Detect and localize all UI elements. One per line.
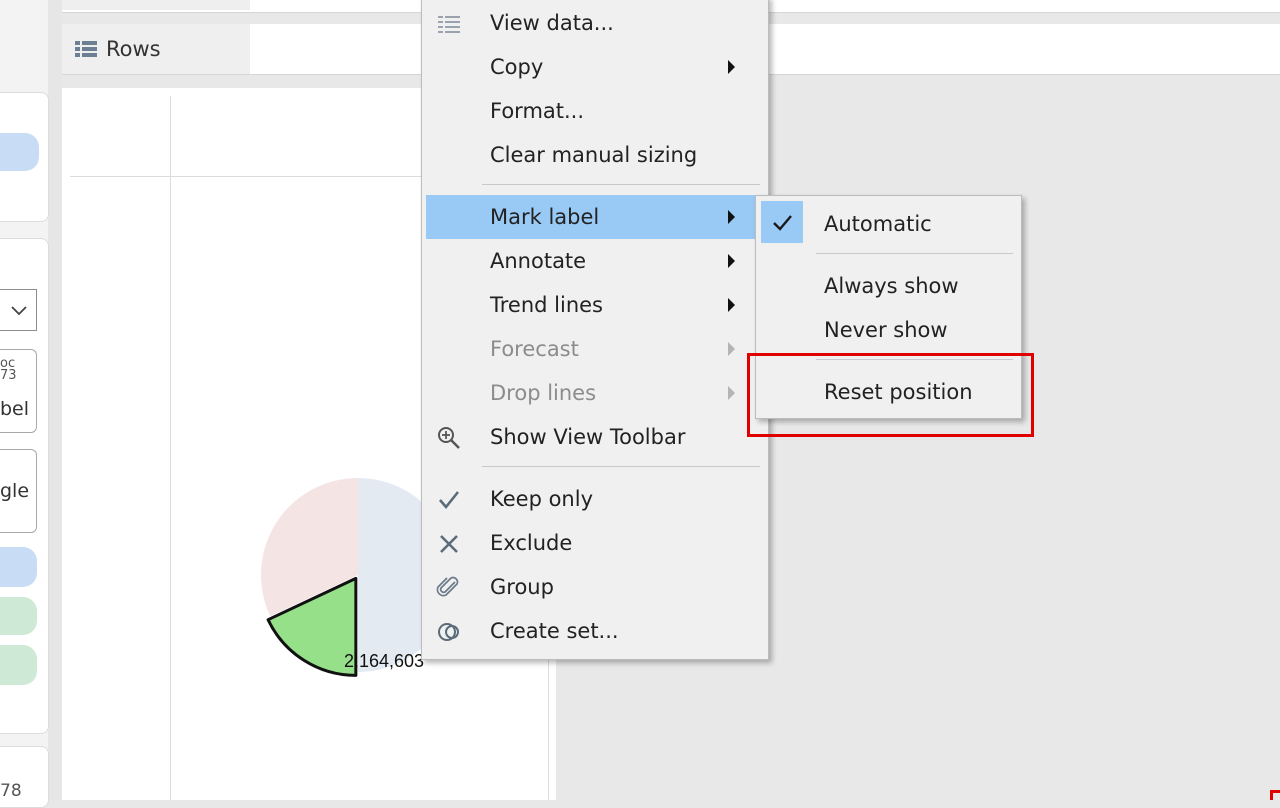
- submenu-arrow-icon: [728, 254, 735, 268]
- submenu-item-label: Always show: [824, 274, 959, 298]
- submenu-arrow-icon: [728, 298, 735, 312]
- menu-item-label: Create set...: [490, 619, 619, 643]
- submenu-separator: [816, 253, 1013, 254]
- submenu-item-always-show[interactable]: Always show: [756, 264, 1021, 308]
- paperclip-icon: [436, 576, 459, 597]
- menu-item-label: Annotate: [490, 249, 587, 273]
- menu-item-keep-only[interactable]: Keep only: [422, 477, 768, 521]
- submenu-item-automatic[interactable]: Automatic: [756, 201, 1021, 246]
- menu-item-label: Copy: [490, 55, 544, 79]
- menu-item-label: Group: [490, 575, 554, 599]
- menu-item-label: Exclude: [490, 531, 573, 555]
- menu-item-format[interactable]: Format...: [422, 89, 768, 133]
- menu-item-label: Format...: [490, 99, 585, 123]
- menu-item-label: Forecast: [490, 337, 579, 361]
- menu-item-drop-lines: Drop lines: [422, 371, 768, 415]
- menu-item-show-view-toolbar[interactable]: Show View Toolbar: [422, 415, 768, 459]
- checked-indicator: [761, 201, 803, 243]
- menu-separator: [482, 184, 760, 185]
- menu-item-clear-manual-sizing[interactable]: Clear manual sizing: [422, 133, 768, 177]
- close-icon: [440, 535, 458, 553]
- annotation-corner-mark: [1270, 790, 1280, 800]
- submenu-item-never-show[interactable]: Never show: [756, 308, 1021, 352]
- annotation-highlight-box: [747, 353, 1034, 437]
- checkmark-icon: [439, 491, 460, 510]
- menu-item-forecast: Forecast: [422, 327, 768, 371]
- menu-item-label: Keep only: [490, 487, 593, 511]
- submenu-arrow-icon: [728, 342, 735, 356]
- menu-item-exclude[interactable]: Exclude: [422, 521, 768, 565]
- menu-item-create-set[interactable]: Create set...: [422, 609, 768, 653]
- context-menu: View data... Copy Format... Clear manual…: [421, 0, 769, 660]
- pie-data-label: 2,164,603: [344, 651, 424, 671]
- menu-item-copy[interactable]: Copy: [422, 45, 768, 89]
- menu-separator: [482, 466, 760, 467]
- menu-item-label: Trend lines: [490, 293, 603, 317]
- checkmark-icon: [773, 215, 792, 231]
- submenu-arrow-icon: [728, 386, 735, 400]
- create-set-icon: [438, 623, 459, 641]
- view-data-icon: [438, 16, 460, 33]
- menu-item-mark-label[interactable]: Mark label: [426, 195, 756, 239]
- menu-item-trend-lines[interactable]: Trend lines: [422, 283, 768, 327]
- menu-item-annotate[interactable]: Annotate: [422, 239, 768, 283]
- submenu-arrow-icon: [728, 210, 735, 224]
- menu-item-label: Mark label: [490, 205, 600, 229]
- zoom-in-icon: [438, 427, 460, 449]
- menu-item-label: Show View Toolbar: [490, 425, 686, 449]
- submenu-item-label: Automatic: [824, 212, 932, 236]
- menu-item-label: View data...: [490, 11, 614, 35]
- submenu-arrow-icon: [728, 60, 735, 74]
- menu-item-label: Clear manual sizing: [490, 143, 698, 167]
- menu-item-view-data[interactable]: View data...: [422, 1, 768, 45]
- submenu-item-label: Never show: [824, 318, 948, 342]
- menu-item-label: Drop lines: [490, 381, 597, 405]
- menu-item-group[interactable]: Group: [422, 565, 768, 609]
